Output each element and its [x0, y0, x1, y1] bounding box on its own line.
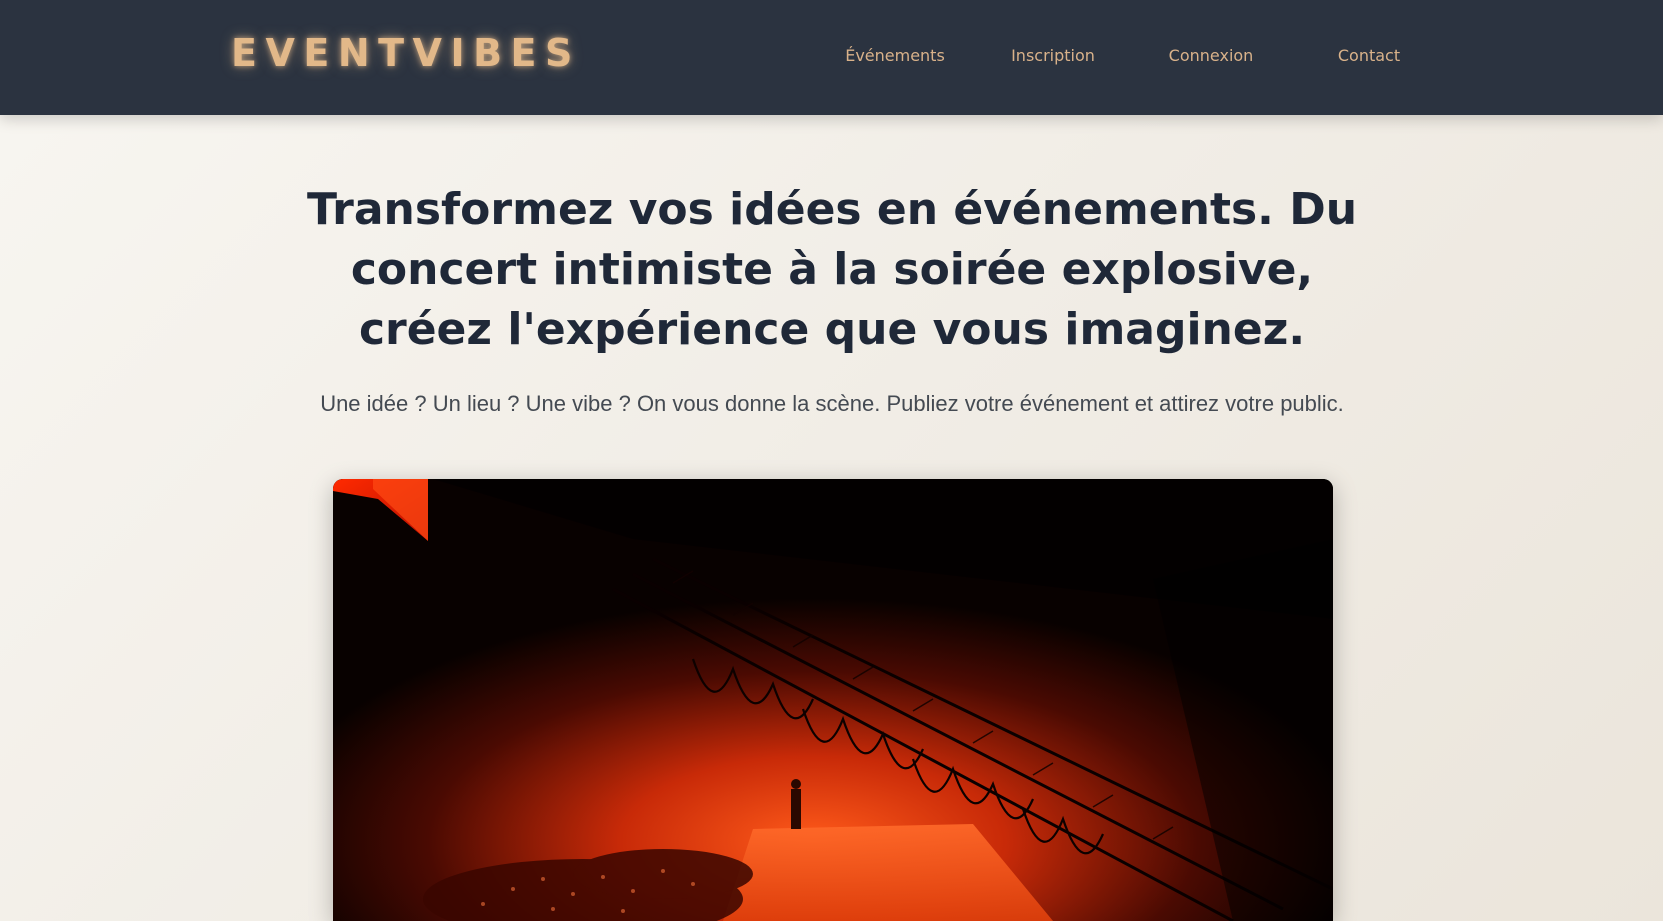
hero-subtitle: Une idée ? Un lieu ? Une vibe ? On vous … [320, 391, 1344, 416]
site-logo[interactable]: EVENTVIBES [231, 34, 581, 72]
nav-link-connexion[interactable]: Connexion [1169, 48, 1254, 64]
hero-title: Transformez vos idées en événements. Du … [306, 184, 1358, 355]
hero-concert-image [333, 479, 1333, 921]
nav-link-evenements[interactable]: Événements [845, 48, 945, 64]
nav-link-inscription[interactable]: Inscription [1011, 48, 1095, 64]
top-navbar: EVENTVIBES Événements Inscription Connex… [0, 0, 1663, 115]
nav-link-contact[interactable]: Contact [1338, 48, 1400, 64]
